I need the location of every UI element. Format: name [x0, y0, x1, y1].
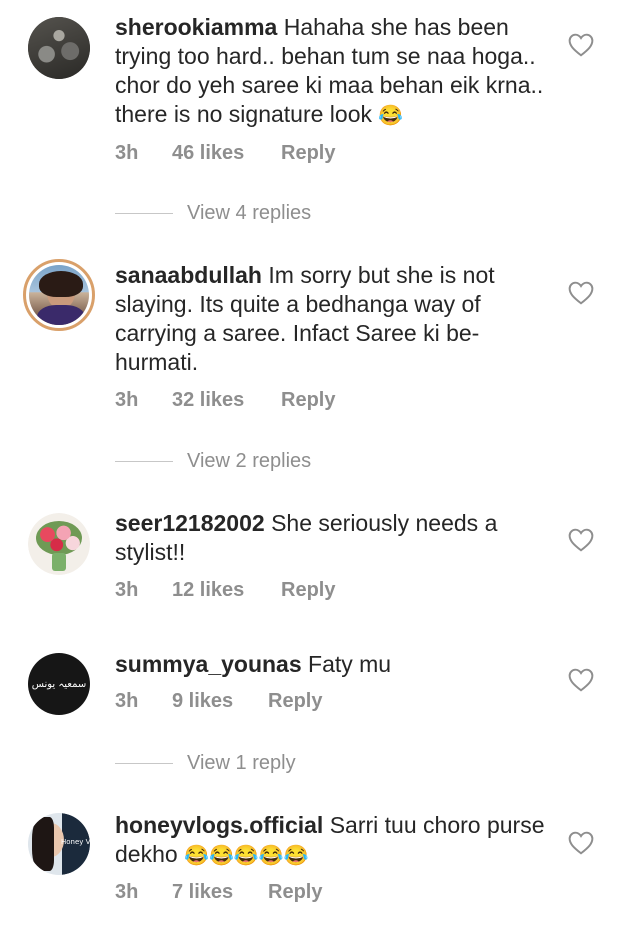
avatar[interactable]: سمعیہ یونس [28, 653, 90, 715]
divider-line [115, 763, 173, 764]
heart-outline-icon[interactable] [568, 281, 594, 305]
laughing-emoji: 😂😂😂😂😂 [184, 845, 309, 867]
avatar[interactable]: Honey Vlogs [28, 813, 90, 875]
username[interactable]: sherookiamma [115, 14, 277, 40]
timestamp: 3h [115, 389, 139, 411]
reply-button[interactable]: Reply [268, 690, 322, 713]
username[interactable]: honeyvlogs.official [115, 812, 323, 838]
heart-outline-icon[interactable] [568, 668, 594, 692]
heart-outline-icon[interactable] [568, 831, 594, 855]
comment-text: sherookiamma Hahaha she has been trying … [115, 13, 555, 131]
likes-count[interactable]: 46 likes [172, 142, 281, 165]
laughing-emoji: 😂 [378, 105, 404, 127]
view-replies-label: View 1 reply [187, 752, 296, 774]
likes-count[interactable]: 9 likes [172, 690, 268, 713]
divider-line [115, 213, 173, 214]
comment-meta: 3h 32 likes Reply [115, 389, 335, 412]
avatar-text: Honey Vlogs [61, 838, 90, 846]
username[interactable]: summya_younas [115, 651, 302, 677]
timestamp: 3h [115, 142, 139, 164]
avatar[interactable] [28, 513, 90, 575]
comment-text: seer12182002 She seriously needs a styli… [115, 509, 555, 567]
timestamp: 3h [115, 690, 139, 712]
comment-meta: 3h 46 likes Reply [115, 142, 335, 165]
view-replies-button[interactable]: View 2 replies [115, 450, 311, 473]
reply-button[interactable]: Reply [268, 881, 322, 904]
timestamp: 3h [115, 579, 139, 601]
reply-button[interactable]: Reply [281, 579, 335, 602]
divider-line [115, 461, 173, 462]
likes-count[interactable]: 32 likes [172, 389, 281, 412]
view-replies-button[interactable]: View 1 reply [115, 752, 296, 775]
avatar[interactable] [23, 259, 95, 331]
reply-button[interactable]: Reply [281, 389, 335, 412]
heart-outline-icon[interactable] [568, 528, 594, 552]
heart-outline-icon[interactable] [568, 33, 594, 57]
view-replies-label: View 4 replies [187, 202, 312, 224]
avatar-text: سمعیہ یونس [31, 678, 87, 690]
view-replies-label: View 2 replies [187, 450, 312, 472]
view-replies-button[interactable]: View 4 replies [115, 202, 311, 225]
comment-meta: 3h 9 likes Reply [115, 690, 322, 713]
likes-count[interactable]: 12 likes [172, 579, 281, 602]
username[interactable]: sanaabdullah [115, 262, 262, 288]
comment-text: honeyvlogs.official Sarri tuu choro purs… [115, 811, 555, 871]
avatar[interactable] [28, 17, 90, 79]
comment-meta: 3h 7 likes Reply [115, 881, 322, 904]
comment-body: Faty mu [308, 651, 392, 677]
timestamp: 3h [115, 881, 139, 903]
comment-text: sanaabdullah Im sorry but she is not sla… [115, 261, 515, 377]
username[interactable]: seer12182002 [115, 510, 265, 536]
reply-button[interactable]: Reply [281, 142, 335, 165]
comment-text: summya_younas Faty mu [115, 650, 555, 679]
likes-count[interactable]: 7 likes [172, 881, 268, 904]
comment-meta: 3h 12 likes Reply [115, 579, 335, 602]
